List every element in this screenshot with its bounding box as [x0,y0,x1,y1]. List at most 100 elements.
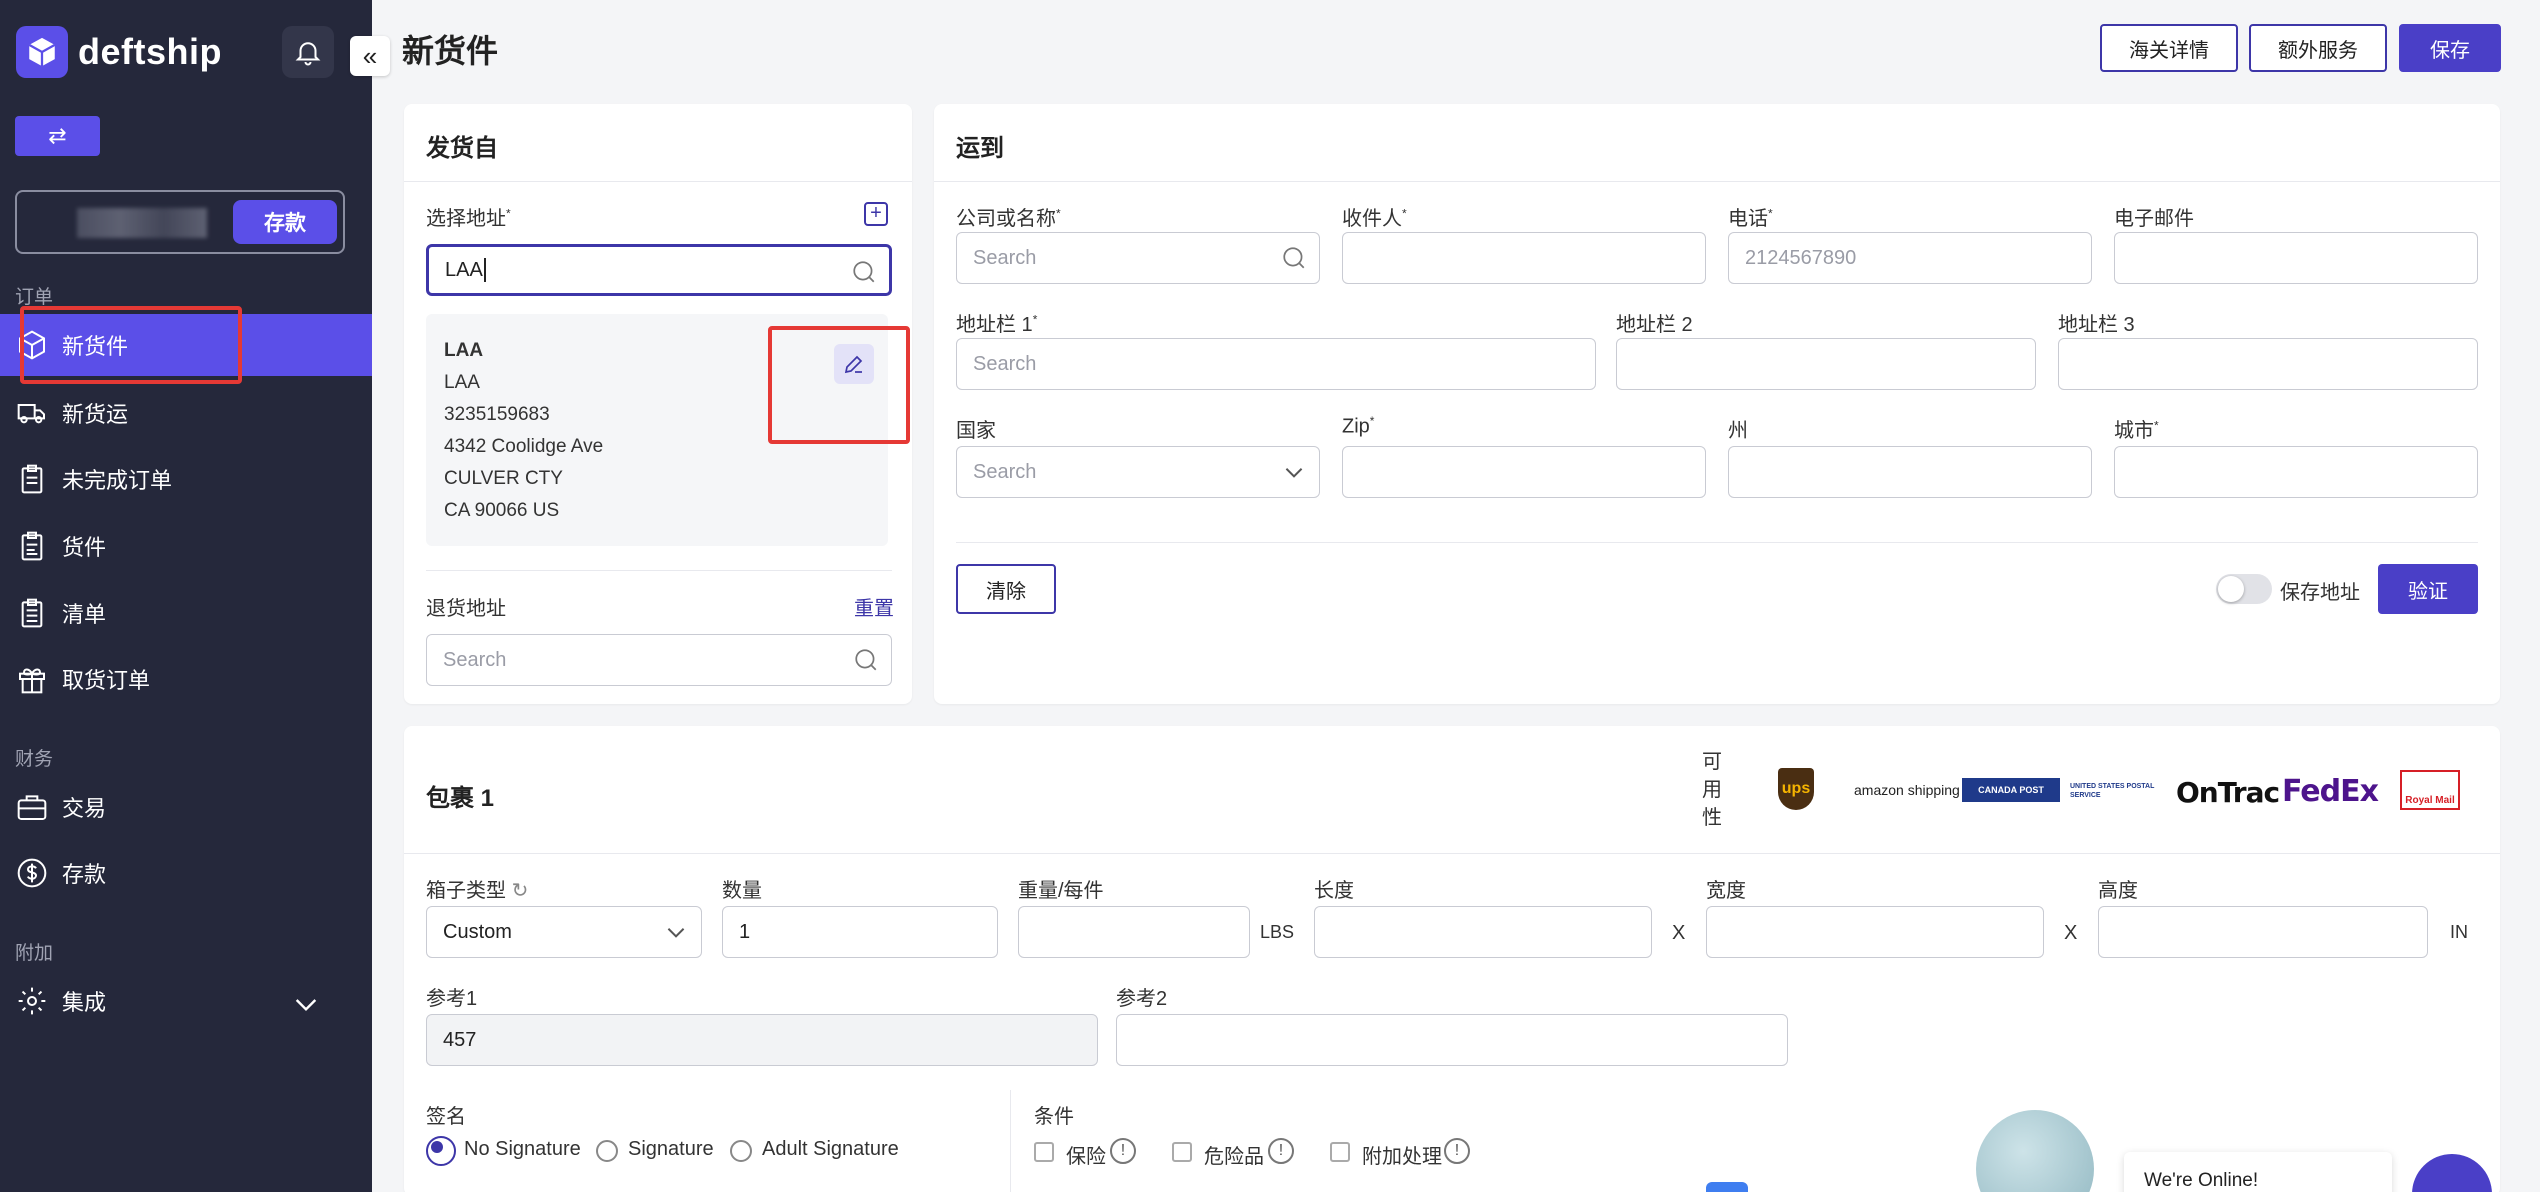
quantity-input[interactable]: 1 [722,906,998,958]
sidebar-item-transactions[interactable]: 交易 [0,776,372,838]
address-line2-input[interactable] [1616,338,2036,390]
section-label-extra: 附加 [15,943,54,964]
email-label: 电子邮件 [2114,208,2194,230]
balance-value-blurred [77,208,207,238]
return-address-placeholder: Search [443,648,507,671]
customs-details-button[interactable]: 海关详情 [2100,24,2238,72]
sidebar-item-new-shipment[interactable]: 新货件 [0,314,372,376]
dollar-icon [17,858,47,888]
truck-icon [17,404,45,424]
conditions-label: 条件 [1034,1106,1074,1128]
gear-icon [18,987,46,1015]
address-search-input[interactable]: LAA [426,244,892,296]
phone-label: 电话* [1728,206,1773,230]
divider [1010,1090,1011,1192]
sidebar-item-manifest[interactable]: 清单 [0,582,372,644]
address-street: 4342 Coolidge Ave [444,436,604,457]
sidebar-item-open-orders[interactable]: 未完成订单 [0,448,372,510]
card-header: 发货自 [404,104,912,182]
sidebar-item-label: 新货运 [62,402,129,427]
radio-adult-signature[interactable] [730,1140,752,1162]
logo-cube-icon [16,26,68,78]
chat-online-text: We're Online! [2144,1170,2259,1191]
phone-input[interactable]: 2124567890 [1728,232,2092,284]
double-chevron-left-icon: « [362,40,378,71]
city-input[interactable] [2114,446,2478,498]
gift-icon [19,668,45,694]
insurance-checkbox[interactable] [1034,1142,1054,1162]
radio-signature[interactable] [596,1140,618,1162]
chat-online-bubble[interactable]: We're Online! [2124,1152,2392,1192]
box-type-label: 箱子类型 ↻ [426,880,529,902]
select-address-label: 选择地址* [426,206,511,230]
collapse-sidebar-button[interactable]: « [350,36,390,76]
notification-bell-icon[interactable] [282,26,334,78]
additional-handling-label: 附加处理 [1362,1146,1442,1168]
email-input[interactable] [2114,232,2478,284]
canada-post-logo: CANADA POST [1962,778,2060,802]
country-label: 国家 [956,420,996,442]
brand-name: deftship [78,31,222,72]
clipboard-icon [21,464,43,494]
package-header: 包裹 1 可用性 ups amazon shipping CANADA POST… [404,726,2500,854]
reference2-label: 参考2 [1116,988,1168,1010]
company-search-input[interactable]: Search [956,232,1320,284]
sidebar-item-label: 存款 [62,862,107,887]
add-address-icon[interactable]: + [864,202,888,226]
info-icon[interactable]: ! [1110,1138,1136,1164]
sidebar: deftship ⇄ 存款 订单 新货件 新货运 未完成订单 货件 清单 取货订… [0,0,372,1192]
sidebar-item-label: 清单 [62,602,107,627]
box-type-select[interactable]: Custom [426,906,702,958]
state-input[interactable] [1728,446,2092,498]
address-city: CULVER CTY [444,468,563,489]
extra-services-button[interactable]: 额外服务 [2249,24,2387,72]
weight-unit: LBS [1260,922,1295,942]
radio-no-signature[interactable] [426,1136,456,1166]
length-input[interactable] [1314,906,1652,958]
page-title: 新货件 [402,33,499,69]
verify-button[interactable]: 验证 [2378,564,2478,614]
no-signature-label: No Signature [464,1138,581,1160]
sidebar-item-pickup-orders[interactable]: 取货订单 [0,648,372,710]
ship-from-card: 发货自 选择地址* + LAA LAA LAA 3235159683 4342 … [404,104,912,704]
save-button[interactable]: 保存 [2399,24,2501,72]
logo[interactable]: deftship [16,26,222,78]
sidebar-item-integrations[interactable]: 集成 [0,970,372,1032]
ship-from-title: 发货自 [426,135,498,162]
info-icon[interactable]: ! [1268,1138,1294,1164]
sidebar-item-deposit[interactable]: 存款 [0,842,372,904]
sidebar-item-new-freight[interactable]: 新货运 [0,382,372,444]
height-input[interactable] [2098,906,2428,958]
address-name: LAA [444,340,484,361]
dangerous-goods-checkbox[interactable] [1172,1142,1192,1162]
recipient-input[interactable] [1342,232,1706,284]
weight-input[interactable] [1018,906,1250,958]
clear-button[interactable]: 清除 [956,564,1056,614]
edit-address-button[interactable] [834,344,874,384]
sidebar-item-shipments[interactable]: 货件 [0,515,372,577]
info-icon[interactable]: ! [1444,1138,1470,1164]
address-result-card[interactable]: LAA LAA 3235159683 4342 Coolidge Ave CUL… [426,314,888,546]
width-input[interactable] [1706,906,2044,958]
company-placeholder: Search [973,246,1037,269]
weight-label: 重量/每件 [1018,880,1104,902]
reference1-input[interactable]: 457 [426,1014,1098,1066]
reference2-input[interactable] [1116,1014,1788,1066]
address-line1-input[interactable]: Search [956,338,1596,390]
return-address-search-input[interactable]: Search [426,634,892,686]
balance-box: 存款 [15,190,345,254]
country-select[interactable]: Search [956,446,1320,498]
reset-link[interactable]: 重置 [854,592,894,621]
save-address-toggle[interactable] [2216,574,2272,604]
deposit-button[interactable]: 存款 [233,200,337,244]
switch-account-button[interactable]: ⇄ [15,116,100,156]
zip-input[interactable] [1342,446,1706,498]
ups-logo: ups [1778,768,1814,810]
chat-badge [1706,1182,1748,1192]
address-line1-label: 地址栏 1* [956,312,1038,336]
additional-handling-checkbox[interactable] [1330,1142,1350,1162]
address-line3-input[interactable] [2058,338,2478,390]
refresh-icon[interactable]: ↻ [512,880,529,902]
company-label: 公司或名称* [956,206,1061,230]
reference1-value: 457 [443,1028,477,1051]
